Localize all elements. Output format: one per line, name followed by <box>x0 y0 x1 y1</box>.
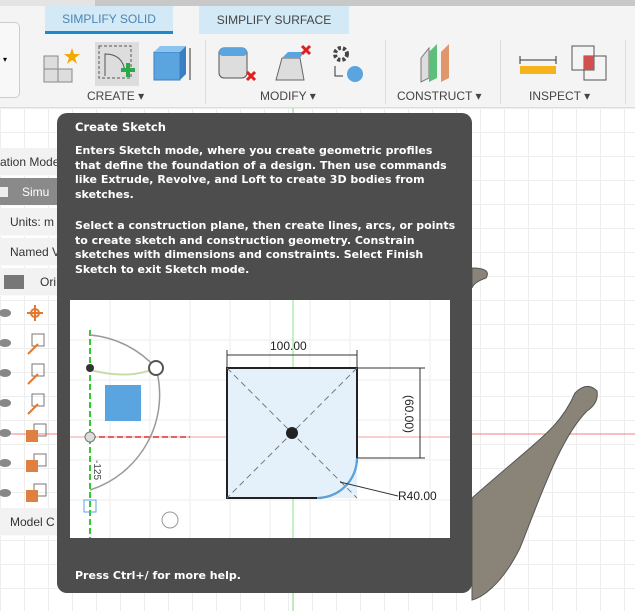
tab-simplify-surface[interactable]: SIMPLIFY SURFACE <box>199 6 349 34</box>
tooltip-instructions: Select a construction plane, then create… <box>75 219 456 276</box>
extrude-icon[interactable] <box>150 42 194 86</box>
remove-faces-icon[interactable] <box>215 42 259 86</box>
angle-dimension: -125 <box>91 460 102 480</box>
new-component-icon[interactable] <box>40 42 84 86</box>
radius-dimension: R40.00 <box>398 489 437 503</box>
construct-menu[interactable]: CONSTRUCT ▾ <box>397 89 481 103</box>
create-sketch-tooltip: Create Sketch Enters Sketch mode, where … <box>57 113 472 593</box>
height-dimension: (60.00) <box>402 395 416 433</box>
tab-simplify-solid[interactable]: SIMPLIFY SOLID <box>45 6 173 34</box>
workspace-switcher[interactable]: ▾ <box>0 22 20 98</box>
create-menu[interactable]: CREATE ▾ <box>87 89 144 103</box>
document-icon <box>0 186 8 197</box>
modify-menu[interactable]: MODIFY ▾ <box>260 89 316 103</box>
replace-with-primitive-icon[interactable] <box>325 42 369 86</box>
tooltip-title: Create Sketch <box>75 120 166 134</box>
interference-icon[interactable] <box>568 42 612 86</box>
tooltip-help-hint: Press Ctrl+/ for more help. <box>75 569 241 582</box>
ribbon-toolbar: ▾ SIMPLIFY SOLID SIMPLIFY SURFACE CREATE… <box>0 6 635 108</box>
inspect-menu[interactable]: INSPECT ▾ <box>529 89 590 103</box>
width-dimension: 100.00 <box>270 339 307 353</box>
tooltip-description: Enters Sketch mode, where you create geo… <box>75 144 447 201</box>
measure-icon[interactable] <box>516 42 560 86</box>
tooltip-illustration: -125 100.00 (60.00) R40.00 <box>70 300 450 538</box>
create-sketch-icon[interactable] <box>95 42 139 86</box>
offset-plane-icon[interactable] <box>415 42 459 86</box>
remove-features-icon[interactable] <box>270 42 314 86</box>
folder-icon <box>4 274 24 289</box>
